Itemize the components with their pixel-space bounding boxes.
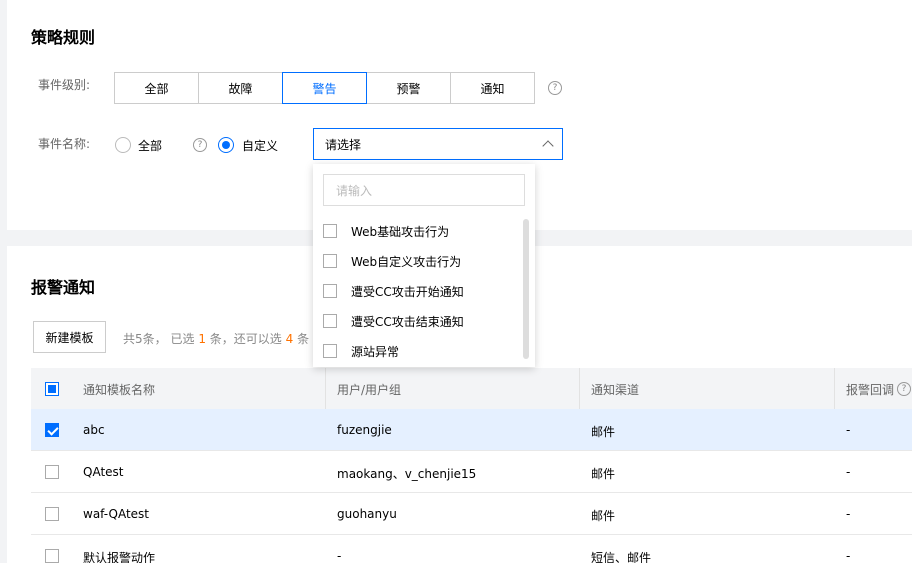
summary-remaining-count: 4 <box>285 332 294 346</box>
callback-help-icon[interactable]: ? <box>897 382 911 396</box>
dropdown-option[interactable]: 遭受CC攻击开始通知 <box>323 281 464 301</box>
option-label: Web基础攻击行为 <box>351 224 450 239</box>
row-channel: 邮件 <box>591 425 616 439</box>
radio-all[interactable] <box>115 137 131 153</box>
summary-selected-count: 1 <box>198 332 206 346</box>
option-checkbox[interactable] <box>323 284 337 298</box>
event-name-dropdown: 请输入 Web基础攻击行为 Web自定义攻击行为 遭受CC攻击开始通知 遭受CC… <box>313 164 535 367</box>
level-warning-button[interactable]: 警告 <box>282 72 367 104</box>
radio-custom[interactable] <box>218 137 234 153</box>
summary-selected-prefix: 已选 <box>170 332 195 346</box>
selection-summary: 共5条， 已选 1 条，还可以选 4 条 <box>123 330 309 347</box>
option-checkbox[interactable] <box>323 344 337 358</box>
chevron-up-icon <box>542 140 554 152</box>
dropdown-option[interactable]: Web自定义攻击行为 <box>323 251 461 271</box>
option-label: 源站异常 <box>351 344 400 359</box>
row-users: maokang、v_chenjie15 <box>337 467 477 481</box>
row-callback: - <box>846 549 851 563</box>
level-all-button[interactable]: 全部 <box>114 72 199 104</box>
row-users: - <box>337 549 342 563</box>
column-channel: 通知渠道 <box>591 383 640 397</box>
level-prewarning-button[interactable]: 预警 <box>366 72 451 104</box>
table-row[interactable]: abc fuzengjie 邮件 - <box>31 409 912 451</box>
event-level-label: 事件级别: <box>38 78 91 92</box>
row-checkbox[interactable] <box>45 423 59 437</box>
row-channel: 短信、邮件 <box>591 551 652 563</box>
row-template-name: QAtest <box>83 465 124 479</box>
row-users: guohanyu <box>337 507 397 521</box>
alarm-title: 报警通知 <box>31 278 96 297</box>
option-label: 遭受CC攻击结束通知 <box>351 314 464 329</box>
event-name-select[interactable]: 请选择 <box>313 128 563 160</box>
dropdown-option[interactable]: 源站异常 <box>323 341 399 361</box>
select-placeholder: 请选择 <box>325 137 362 152</box>
option-checkbox[interactable] <box>323 314 337 328</box>
row-template-name: abc <box>83 423 105 437</box>
dropdown-search-input[interactable]: 请输入 <box>323 174 525 206</box>
option-label: 遭受CC攻击开始通知 <box>351 284 464 299</box>
radio-custom-label[interactable]: 自定义 <box>242 137 278 154</box>
option-label: Web自定义攻击行为 <box>351 254 462 269</box>
column-divider <box>834 368 835 409</box>
dropdown-option[interactable]: Web基础攻击行为 <box>323 221 449 241</box>
row-template-name: waf-QAtest <box>83 507 149 521</box>
dropdown-scrollbar[interactable] <box>523 219 529 359</box>
row-callback: - <box>846 423 851 437</box>
summary-unit: 条 <box>297 332 310 346</box>
row-callback: - <box>846 507 851 521</box>
table-row[interactable]: QAtest maokang、v_chenjie15 邮件 - <box>31 451 912 493</box>
level-notice-button[interactable]: 通知 <box>450 72 535 104</box>
column-users: 用户/用户组 <box>337 383 402 397</box>
option-checkbox[interactable] <box>323 224 337 238</box>
row-callback: - <box>846 465 851 479</box>
column-callback: 报警回调 <box>846 383 895 397</box>
table-row[interactable]: waf-QAtest guohanyu 邮件 - <box>31 493 912 535</box>
select-all-checkbox[interactable] <box>45 382 59 396</box>
row-channel: 邮件 <box>591 467 616 481</box>
column-divider <box>325 368 326 409</box>
row-channel: 邮件 <box>591 509 616 523</box>
dropdown-option[interactable]: 遭受CC攻击结束通知 <box>323 311 464 331</box>
new-template-button[interactable]: 新建模板 <box>33 321 106 353</box>
option-checkbox[interactable] <box>323 254 337 268</box>
level-fault-button[interactable]: 故障 <box>198 72 283 104</box>
row-template-name: 默认报警动作 <box>83 551 156 563</box>
summary-selected-suffix: 条，还可以选 <box>209 332 282 346</box>
event-name-label: 事件名称: <box>38 137 91 151</box>
column-divider <box>579 368 580 409</box>
table-row[interactable]: 默认报警动作 - 短信、邮件 - <box>31 535 912 563</box>
column-template-name: 通知模板名称 <box>83 383 156 397</box>
row-checkbox[interactable] <box>45 507 59 521</box>
policy-title: 策略规则 <box>31 28 96 47</box>
radio-all-label[interactable]: 全部 <box>138 137 162 154</box>
row-checkbox[interactable] <box>45 465 59 479</box>
level-help-icon[interactable]: ? <box>548 81 562 95</box>
row-users: fuzengjie <box>337 423 392 437</box>
summary-total: 共5条， <box>123 332 167 346</box>
name-help-icon[interactable]: ? <box>193 138 207 152</box>
table-header: 通知模板名称 用户/用户组 通知渠道 报警回调 ? <box>31 368 912 409</box>
event-level-segment: 全部 故障 警告 预警 通知 <box>114 72 535 104</box>
row-checkbox[interactable] <box>45 549 59 563</box>
